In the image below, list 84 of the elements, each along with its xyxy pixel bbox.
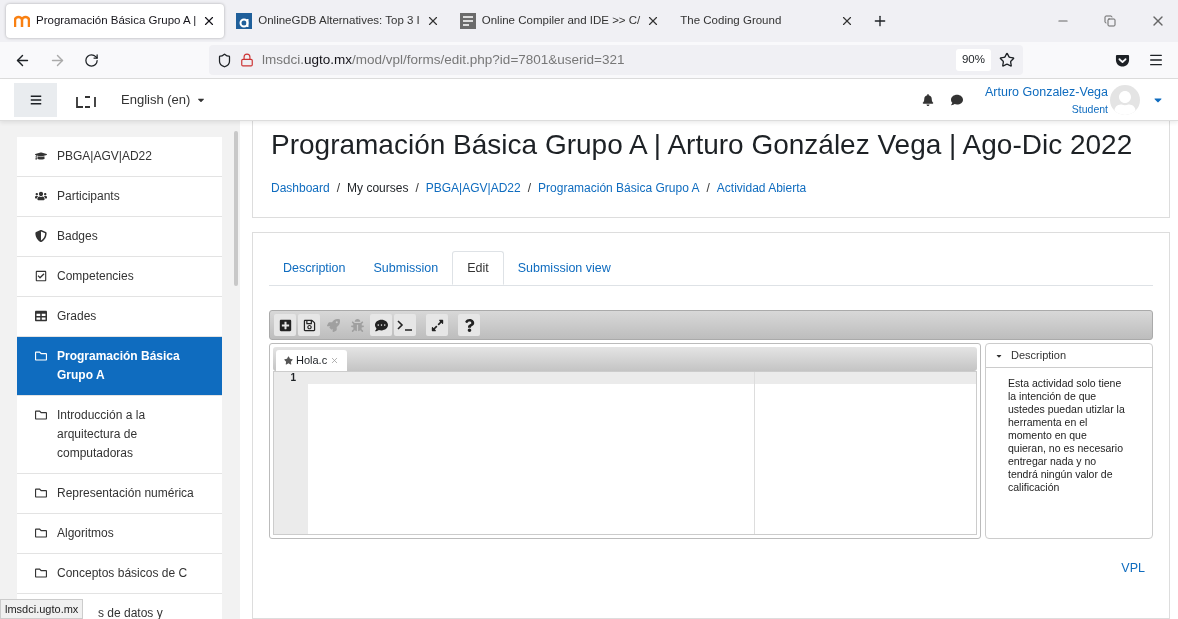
new-button[interactable] — [274, 314, 296, 336]
shield-icon — [35, 230, 47, 242]
breadcrumb-separator: / — [336, 180, 341, 197]
browser-tab[interactable]: The Coding Ground — [672, 4, 863, 38]
ide-icon — [459, 13, 476, 29]
terminal-icon — [397, 319, 413, 331]
sidebar-item[interactable]: Grades — [17, 297, 222, 337]
user-silhouette-icon — [1113, 90, 1137, 115]
description-text: Esta actividad solo tiene la intención de que ustedes puedan utizlar la herramenta en el momento en que quieran, no es necesario entregar nada y no tendrá ningún valor de calificación — [1007, 376, 1126, 494]
browser-tab[interactable]: Programación Básica Grupo A | — [6, 4, 225, 38]
sidebar-item[interactable]: Badges — [17, 217, 222, 257]
status-tooltip: lmsdci.ugto.mx — [0, 598, 84, 619]
reload-icon[interactable] — [84, 52, 99, 68]
restore-icon[interactable] — [1104, 15, 1116, 27]
breadcrumb-separator: / — [527, 180, 532, 197]
file-name: Hola.c — [296, 353, 328, 369]
code-editor[interactable]: 1 — [273, 371, 977, 535]
menu-button[interactable] — [14, 82, 57, 117]
language-dropdown[interactable]: English (en) — [121, 89, 207, 110]
terminal-button[interactable] — [394, 314, 416, 336]
sidebar-item[interactable]: Introducción a la arquitectura de computadoras — [17, 396, 222, 474]
expand-icon — [430, 318, 444, 332]
line-number: 1 — [290, 372, 296, 384]
url-text: lmsdci.ugto.mx/mod/vpl/forms/edit.php?id=7801&userid=321 — [262, 50, 625, 69]
folder-icon — [35, 527, 47, 539]
browser-tab[interactable]: OnlineGDB Alternatives: Top 3 I — [228, 4, 448, 38]
breadcrumb-link[interactable]: PBGA|AGV|AD22 — [425, 179, 521, 197]
sidebar-item[interactable]: Algoritmos — [17, 514, 222, 554]
star-icon — [284, 356, 293, 365]
breadcrumb-link[interactable]: Dashboard — [271, 179, 330, 197]
moodle-icon — [14, 14, 30, 28]
pocket-icon[interactable] — [1115, 52, 1130, 68]
save-button[interactable] — [298, 314, 320, 336]
folder-icon — [35, 350, 47, 362]
tab[interactable]: Edit — [452, 251, 504, 285]
tab-title: Programación Básica Grupo A | — [36, 13, 197, 29]
shield-icon — [217, 52, 232, 68]
fullscreen-button[interactable] — [426, 314, 448, 336]
graduation-cap-icon — [35, 150, 47, 162]
menu-icon — [29, 93, 42, 106]
browser-tab[interactable]: Online Compiler and IDE >> C/ — [451, 4, 669, 38]
people-icon — [35, 190, 47, 202]
tab[interactable]: Description — [269, 251, 360, 285]
table-icon — [35, 310, 47, 322]
folder-icon — [35, 409, 47, 421]
evaluate-button[interactable] — [370, 314, 392, 336]
checkbox-icon — [35, 270, 47, 282]
breadcrumb-link[interactable]: Programación Básica Grupo A — [538, 179, 700, 197]
address-bar[interactable]: lmsdci.ugto.mx/mod/vpl/forms/edit.php?id=7801&userid=321 90% — [209, 45, 1023, 75]
sidebar-item[interactable]: Competencies — [17, 257, 222, 297]
tab[interactable]: Submission — [359, 251, 453, 285]
bell-icon[interactable] — [922, 93, 934, 106]
tab-title: Online Compiler and IDE >> C/ — [481, 13, 641, 29]
breadcrumb-link[interactable]: Actividad Abierta — [716, 179, 807, 197]
user-role: Student — [1071, 101, 1108, 116]
page-title: Programación Básica Grupo A | Arturo González Vega | Ago-Dic 2022 — [271, 128, 1134, 162]
zoom-level[interactable]: 90% — [955, 49, 991, 71]
speech-bubble-icon — [374, 318, 388, 332]
bug-icon — [350, 318, 364, 332]
sidebar-item[interactable]: Participants — [17, 177, 222, 217]
description-header[interactable]: Description — [986, 344, 1152, 368]
folder-icon — [35, 567, 47, 579]
breadcrumb-separator: / — [415, 180, 419, 197]
rocket-icon — [326, 318, 340, 332]
help-icon — [462, 318, 476, 332]
file-tab[interactable]: Hola.c — [276, 350, 348, 371]
help-button[interactable] — [458, 314, 480, 336]
tab-title: OnlineGDB Alternatives: Top 3 I — [258, 13, 420, 29]
sidebar-item[interactable]: Representación numérica — [17, 474, 222, 514]
folder-icon — [35, 487, 47, 499]
user-name[interactable]: Arturo Gonzalez-Vega — [985, 83, 1108, 100]
letter-a-icon — [236, 13, 253, 29]
breadcrumb-separator: / — [706, 180, 710, 197]
breadcrumb-text: My courses — [347, 180, 409, 197]
tab[interactable]: Submission view — [503, 251, 625, 285]
star-icon[interactable] — [999, 52, 1015, 68]
menu-icon[interactable] — [1148, 52, 1164, 68]
sidebar-item[interactable]: Programación Básica Grupo A — [17, 337, 222, 396]
chat-icon[interactable] — [951, 93, 963, 106]
sidebar-item[interactable]: Conceptos básicos de C — [17, 554, 222, 594]
insecure-lock-icon — [240, 53, 254, 67]
sidebar-item[interactable]: PBGA|AGV|AD22 — [17, 137, 222, 177]
tab-title: The Coding Ground — [680, 13, 783, 29]
vpl-link[interactable]: VPL — [1121, 559, 1145, 578]
